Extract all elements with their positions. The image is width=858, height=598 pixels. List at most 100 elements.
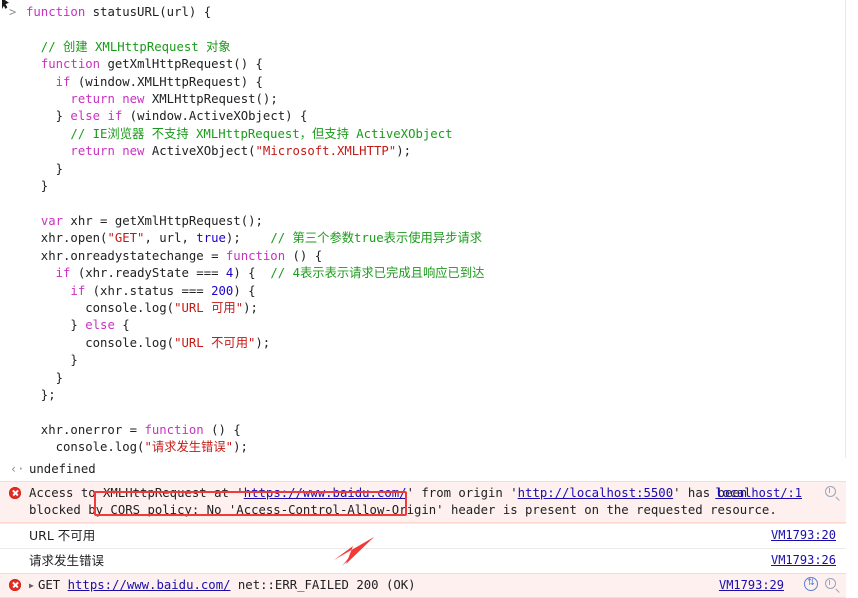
console-log-list[interactable]: ‹· undefined Access to XMLHttpRequest at '…: [0, 458, 846, 598]
code-token: function: [225, 248, 286, 263]
code-token: new: [122, 92, 145, 107]
code-token: }: [26, 370, 64, 385]
message-fragment: net::ERR_FAILED 200 (OK): [230, 578, 416, 592]
code-token: "URL 不可用": [174, 335, 256, 350]
code-token: }: [26, 109, 71, 124]
code-token: if: [70, 283, 86, 298]
code-token: console.log(: [26, 335, 175, 350]
message-fragment: ': [406, 486, 414, 500]
code-token: (xhr.status ===: [85, 283, 212, 298]
inline-url-link[interactable]: https://www.baidu.com/: [244, 486, 407, 500]
magnify-icon[interactable]: [825, 486, 836, 497]
console-message-text: GET https://www.baidu.com/ net::ERR_FAIL…: [38, 578, 416, 592]
console-log-row[interactable]: 请求发生错误 VM1793:26: [0, 548, 846, 573]
code-token: function: [40, 57, 101, 72]
code-token: return: [70, 92, 115, 107]
code-token: xhr.open(: [26, 231, 108, 246]
code-token: true: [196, 231, 226, 246]
code-token: {: [114, 318, 130, 333]
code-token: getXmlHttpRequest() {: [100, 57, 263, 72]
code-token: );: [396, 144, 412, 159]
message-fragment: ': [510, 486, 518, 500]
code-token: else: [85, 318, 115, 333]
inline-url-link[interactable]: http://localhost:5500: [518, 486, 673, 500]
code-token: ) {: [233, 283, 256, 298]
code-token: xhr = getXmlHttpRequest();: [63, 213, 263, 228]
code-token: // 创建 XMLHttpRequest 对象: [26, 39, 231, 54]
devtools-console-pane[interactable]: > function statusURL(url) { // 创建 XMLHtt…: [0, 0, 846, 598]
inline-url-link[interactable]: https://www.baidu.com/: [68, 578, 231, 592]
console-log-row[interactable]: Access to XMLHttpRequest at 'https://www…: [0, 481, 846, 523]
code-token: (url) {: [159, 5, 212, 19]
code-token: ) {: [233, 266, 271, 281]
message-fragment: ': [236, 486, 244, 500]
code-token: }: [26, 353, 78, 368]
magnify-lens-mark: [829, 488, 831, 494]
expand-triangle-icon[interactable]: ▶: [29, 577, 38, 594]
code-token: (window.ActiveXObject) {: [122, 109, 308, 124]
magnify-lens-mark: [829, 580, 831, 586]
code-token: // 第三个参数true表示使用异步请求: [270, 231, 483, 246]
code-token: );: [225, 231, 271, 246]
code-token: if: [55, 266, 71, 281]
magnify-icon[interactable]: [825, 578, 836, 589]
code-token: xhr.onreadystatechange =: [26, 248, 226, 263]
code-token: console.log(: [26, 440, 145, 455]
console-message-text: URL 不可用: [29, 528, 96, 543]
code-token: (window.XMLHttpRequest) {: [70, 74, 263, 89]
code-token: () {: [285, 248, 323, 263]
console-log-row[interactable]: URL 不可用 VM1793:20: [0, 523, 846, 548]
code-token: xhr.onerror =: [26, 422, 145, 437]
code-token: "Microsoft.XMLHTTP": [255, 144, 397, 159]
code-token: (xhr.readyState ===: [70, 266, 226, 281]
console-log-row[interactable]: ‹· undefined: [0, 458, 846, 481]
code-token: , url,: [144, 231, 197, 246]
code-token: };: [26, 387, 56, 402]
source-location-link[interactable]: VM1793:20: [771, 527, 836, 544]
code-token: 200: [211, 283, 234, 298]
code-token: else: [70, 109, 101, 124]
code-token: statusURL: [92, 5, 160, 19]
prompt-chevron-icon: >: [9, 5, 17, 19]
code-token: new: [122, 144, 145, 159]
code-token: () {: [203, 422, 241, 437]
source-location-link[interactable]: localhost/:1: [715, 485, 802, 502]
code-token: if: [55, 74, 71, 89]
code-token: console.log(: [26, 300, 175, 315]
console-row-content: undefined: [0, 458, 846, 481]
code-token: // 4表示表示请求已完成且响应已到达: [270, 266, 485, 281]
network-request-icon[interactable]: ⇅: [804, 577, 818, 591]
console-log-row[interactable]: ▶ GET https://www.baidu.com/ net::ERR_FAI…: [0, 573, 846, 598]
code-token: function: [26, 5, 86, 19]
message-fragment: from origin: [413, 486, 511, 500]
code-token: }: [26, 318, 86, 333]
code-token: // IE浏览器 不支持 XMLHttpRequest，但支持 ActiveXO…: [26, 126, 453, 141]
code-token: ActiveXObject(: [144, 144, 256, 159]
code-token: );: [233, 440, 248, 455]
code-token: if: [107, 109, 123, 124]
console-message-text: undefined: [29, 462, 96, 476]
code-token: function: [144, 422, 204, 437]
console-message-text: Access to XMLHttpRequest at 'https://www…: [29, 486, 777, 517]
code-token: }: [26, 161, 64, 176]
console-message-text: 请求发生错误: [29, 553, 105, 568]
code-token: return: [70, 144, 115, 159]
source-location-link[interactable]: VM1793:29: [719, 577, 784, 594]
code-token: var: [40, 213, 64, 228]
code-token: );: [255, 335, 271, 350]
message-fragment: Access to XMLHttpRequest at: [29, 486, 237, 500]
code-token: "GET": [107, 231, 145, 246]
code-token: );: [243, 300, 258, 315]
message-fragment: ': [673, 486, 681, 500]
source-location-link[interactable]: VM1793:26: [771, 552, 836, 569]
console-row-content: 请求发生错误: [0, 549, 846, 573]
message-fragment: GET: [38, 578, 68, 592]
code-token: XMLHttpRequest();: [144, 92, 278, 107]
